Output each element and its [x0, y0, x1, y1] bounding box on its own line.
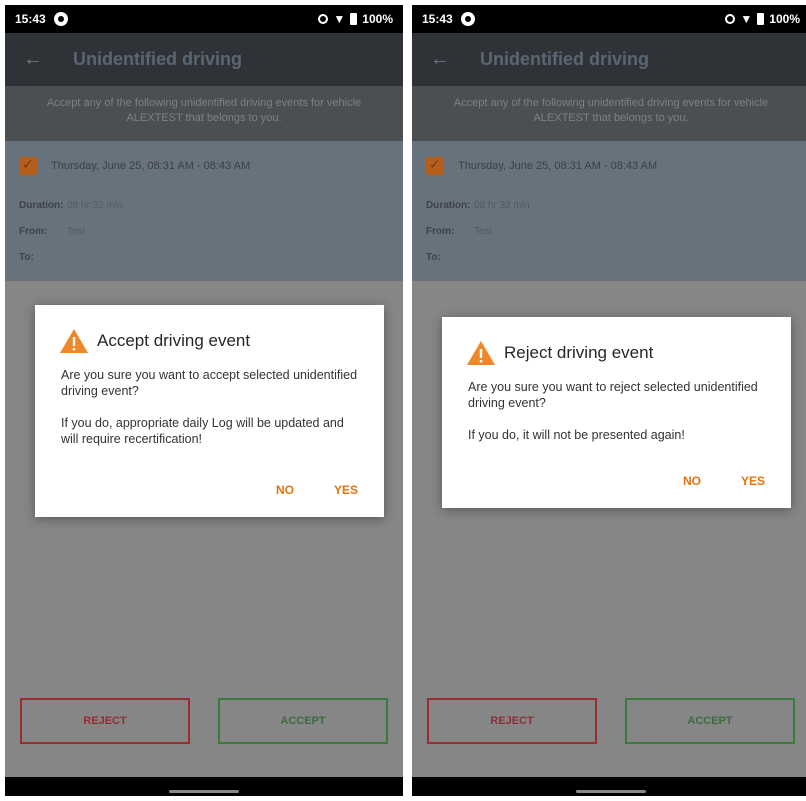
info-banner: Accept any of the following unidentified… — [412, 86, 806, 141]
dialog-actions: NO YES — [276, 483, 358, 497]
from-label: From: — [19, 226, 48, 237]
dialog-no-button[interactable]: NO — [683, 474, 701, 488]
info-banner: Accept any of the following unidentified… — [5, 86, 403, 141]
page-title: Unidentified driving — [73, 49, 242, 69]
battery-icon — [350, 13, 358, 25]
back-arrow-icon[interactable]: ← — [430, 48, 450, 71]
reject-button[interactable]: REJECT — [20, 698, 190, 744]
dialog-actions: NO YES — [683, 474, 765, 488]
status-bar: 15:43 ▼ 100% — [5, 5, 403, 33]
from-value: Test — [67, 226, 86, 237]
dialog-yes-button[interactable]: YES — [334, 483, 358, 497]
status-time: 15:43 — [15, 12, 46, 26]
status-time: 15:43 — [422, 12, 453, 26]
location-icon — [318, 14, 329, 24]
event-card[interactable]: Thursday, June 25, 08:31 AM - 08:43 AM D… — [412, 141, 806, 281]
dialog-message-1: Are you sure you want to reject selected… — [468, 380, 758, 410]
app-bar: ← Unidentified driving — [412, 33, 806, 86]
bottom-action-bar: REJECT ACCEPT — [412, 698, 806, 744]
event-details: Duration: 08 hr 32 min From: Test To: — [426, 193, 796, 271]
app-notification-icon — [53, 12, 68, 26]
phone-screen-accept: 15:43 ▼ 100% ← Unidentified driving Acce… — [5, 5, 403, 796]
dialog-title: Reject driving event — [504, 343, 654, 362]
gesture-nav-handle[interactable] — [576, 790, 646, 793]
dialog-message-1: Are you sure you want to accept selected… — [61, 368, 358, 398]
event-checkbox[interactable] — [426, 156, 444, 175]
duration-label: Duration: — [426, 200, 471, 211]
battery-percent: 100% — [362, 12, 393, 26]
accept-button[interactable]: ACCEPT — [625, 698, 795, 744]
battery-icon — [757, 13, 765, 25]
gesture-nav-handle[interactable] — [169, 790, 239, 793]
phone-screen-reject: 15:43 ▼ 100% ← Unidentified driving Acce… — [412, 5, 806, 796]
dialog-message: Are you sure you want to reject selected… — [442, 369, 791, 443]
duration-value: 08 hr 32 min — [67, 200, 123, 211]
event-card[interactable]: Thursday, June 25, 08:31 AM - 08:43 AM D… — [5, 141, 403, 281]
from-value: Test — [474, 226, 493, 237]
event-title: Thursday, June 25, 08:31 AM - 08:43 AM — [458, 160, 658, 172]
page-title: Unidentified driving — [480, 49, 649, 69]
warning-icon — [60, 329, 88, 353]
wifi-icon: ▼ — [740, 12, 753, 26]
location-icon — [725, 14, 736, 24]
dialog-message-2: If you do, appropriate daily Log will be… — [61, 416, 344, 446]
wifi-icon: ▼ — [333, 12, 346, 26]
duration-value: 08 hr 32 min — [474, 200, 530, 211]
bottom-action-bar: REJECT ACCEPT — [5, 698, 403, 744]
dialog-message-2: If you do, it will not be presented agai… — [468, 428, 685, 442]
accept-button[interactable]: ACCEPT — [218, 698, 388, 744]
to-label: To: — [426, 252, 441, 263]
reject-dialog: Reject driving event Are you sure you wa… — [442, 317, 791, 508]
event-checkbox[interactable] — [19, 156, 37, 175]
dialog-message: Are you sure you want to accept selected… — [35, 357, 384, 447]
back-arrow-icon[interactable]: ← — [23, 48, 43, 71]
warning-icon — [467, 341, 495, 365]
dialog-title: Accept driving event — [97, 331, 251, 350]
app-bar: ← Unidentified driving — [5, 33, 403, 86]
dialog-yes-button[interactable]: YES — [741, 474, 765, 488]
from-label: From: — [426, 226, 455, 237]
battery-percent: 100% — [769, 12, 800, 26]
duration-label: Duration: — [19, 200, 64, 211]
reject-button[interactable]: REJECT — [427, 698, 597, 744]
accept-dialog: Accept driving event Are you sure you wa… — [35, 305, 384, 517]
to-label: To: — [19, 252, 34, 263]
event-title: Thursday, June 25, 08:31 AM - 08:43 AM — [51, 160, 251, 172]
status-bar: 15:43 ▼ 100% — [412, 5, 806, 33]
app-notification-icon — [460, 12, 475, 26]
event-details: Duration: 08 hr 32 min From: Test To: — [19, 193, 389, 271]
dialog-no-button[interactable]: NO — [276, 483, 294, 497]
